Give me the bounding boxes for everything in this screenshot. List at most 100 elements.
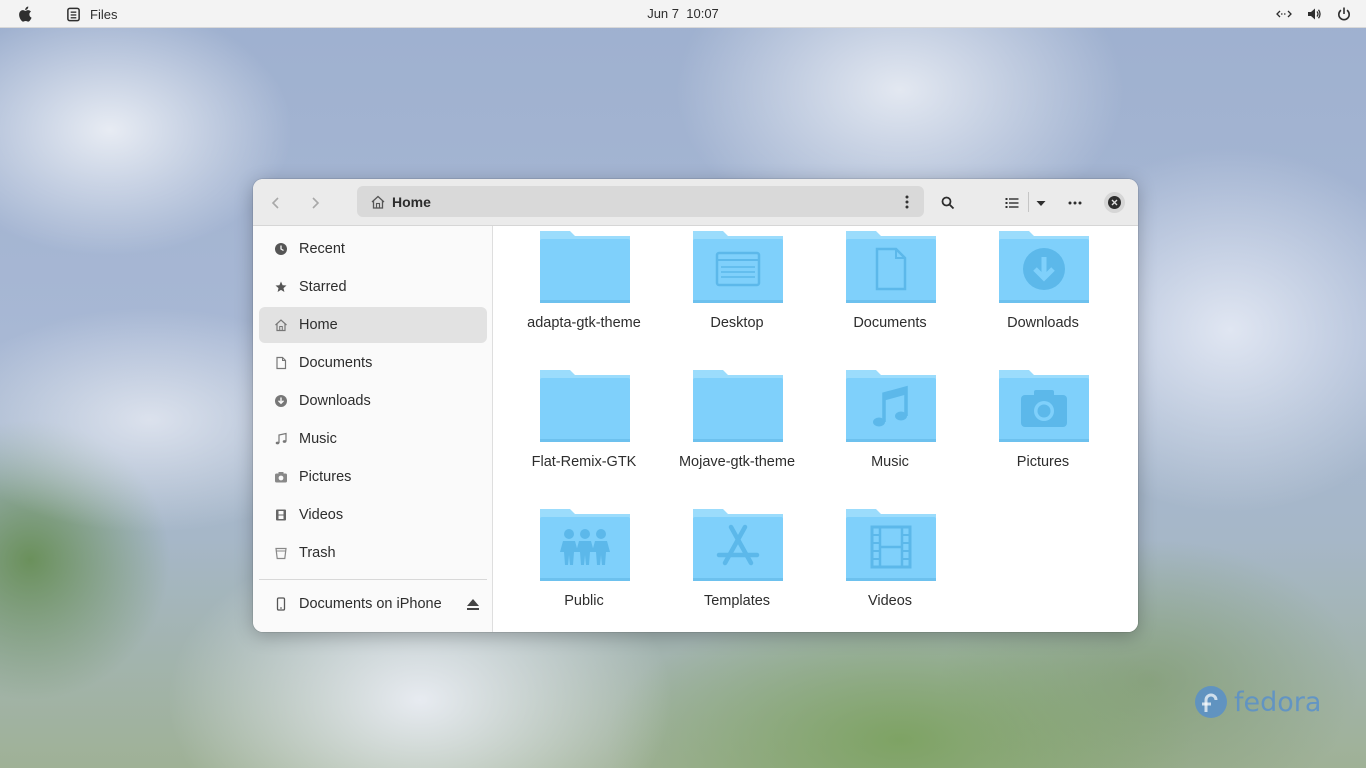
- home-icon: [273, 317, 289, 333]
- power-icon[interactable]: [1336, 6, 1352, 22]
- sidebar-item-label: Downloads: [299, 393, 371, 409]
- forward-button[interactable]: [303, 191, 327, 215]
- folder-name: Videos: [867, 593, 913, 609]
- trash-icon: [273, 545, 289, 561]
- eject-icon: [467, 598, 479, 610]
- home-icon: [371, 195, 385, 209]
- sidebar-item-iphone[interactable]: Documents on iPhone: [259, 586, 487, 622]
- folder-icon: [540, 370, 630, 442]
- folder-name: Music: [871, 454, 909, 470]
- more-icon: [1068, 201, 1082, 205]
- file-grid: adapta-gtk-theme Desktop Documents Downl…: [494, 226, 1138, 632]
- folder-item[interactable]: Music: [815, 368, 965, 498]
- chevron-left-icon: [271, 197, 279, 209]
- sidebar-item-label: Recent: [299, 241, 345, 257]
- list-view-icon: [1005, 198, 1019, 208]
- clock: Jun 7 10:07: [0, 6, 1366, 21]
- desktop-folder-icon: [693, 231, 783, 303]
- fedora-logo-text: fedora: [1234, 686, 1322, 718]
- sidebar-item-starred[interactable]: Starred: [259, 269, 487, 305]
- videos-folder-icon: [846, 509, 936, 581]
- clock-icon: [273, 241, 289, 257]
- folder-item[interactable]: Flat-Remix-GTK: [509, 368, 659, 498]
- camera-icon: [273, 469, 289, 485]
- header-bar: Home: [253, 179, 1138, 226]
- folder-name: Documents: [853, 315, 927, 331]
- sidebar-item-documents[interactable]: Documents: [259, 345, 487, 381]
- search-button[interactable]: [935, 190, 961, 216]
- pictures-folder-icon: [999, 370, 1089, 442]
- folder-item[interactable]: Documents: [815, 229, 965, 359]
- folder-name: Pictures: [1016, 454, 1070, 470]
- more-menu-button[interactable]: [1062, 190, 1088, 216]
- fedora-logo-icon: [1195, 686, 1227, 718]
- files-app-icon: [67, 7, 80, 21]
- sidebar-item-music[interactable]: Music: [259, 421, 487, 457]
- path-bar[interactable]: Home: [357, 186, 924, 217]
- folder-name: Downloads: [1007, 315, 1079, 331]
- chevron-right-icon: [312, 197, 320, 209]
- sidebar-item-trash[interactable]: Trash: [259, 535, 487, 571]
- app-menu[interactable]: Files: [66, 5, 117, 23]
- templates-folder-icon: [693, 509, 783, 581]
- folder-name: Public: [564, 593, 604, 609]
- sidebar-item-label: Starred: [299, 279, 347, 295]
- folder-item[interactable]: Videos: [815, 507, 965, 632]
- folder-item[interactable]: Downloads: [968, 229, 1118, 359]
- folder-name: Flat-Remix-GTK: [531, 454, 637, 470]
- path-label: Home: [392, 193, 431, 210]
- film-icon: [273, 507, 289, 523]
- clock-button[interactable]: Jun 7 10:07: [647, 6, 719, 21]
- clock-date: Jun 7: [647, 6, 680, 21]
- phone-icon: [273, 596, 289, 612]
- folder-name: adapta-gtk-theme: [527, 315, 641, 331]
- folder-item[interactable]: Pictures: [968, 368, 1118, 498]
- apple-logo-icon[interactable]: [17, 5, 35, 23]
- top-bar: Files Jun 7 10:07: [0, 0, 1366, 28]
- star-icon: [273, 279, 289, 295]
- close-icon: [1108, 196, 1121, 209]
- sidebar-item-videos[interactable]: Videos: [259, 497, 487, 533]
- sidebar-item-label: Pictures: [299, 469, 352, 485]
- folder-item[interactable]: adapta-gtk-theme: [509, 229, 659, 359]
- volume-icon[interactable]: [1306, 6, 1322, 22]
- sidebar-item-label: Documents: [299, 355, 373, 371]
- list-view-button[interactable]: [999, 190, 1025, 216]
- folder-icon: [540, 231, 630, 303]
- sidebar-item-label: Home: [299, 317, 338, 333]
- sidebar-item-pictures[interactable]: Pictures: [259, 459, 487, 495]
- files-window: Home Recent Starred Home Documents Downl…: [253, 179, 1138, 632]
- chevron-down-icon: [1036, 201, 1046, 206]
- close-window-button[interactable]: [1104, 192, 1125, 213]
- folder-name: Templates: [703, 593, 771, 609]
- sidebar-item-recent[interactable]: Recent: [259, 231, 487, 267]
- documents-folder-icon: [846, 231, 936, 303]
- folder-item[interactable]: Public: [509, 507, 659, 632]
- folder-name: Mojave-gtk-theme: [678, 454, 796, 470]
- view-options-button[interactable]: [1028, 190, 1054, 216]
- sidebar-item-home[interactable]: Home: [259, 307, 487, 343]
- network-wired-icon[interactable]: [1276, 6, 1292, 22]
- sidebar-item-label: Documents on iPhone: [299, 596, 442, 612]
- music-folder-icon: [846, 370, 936, 442]
- clock-time: 10:07: [686, 6, 719, 21]
- public-folder-icon: [540, 509, 630, 581]
- kebab-menu-icon[interactable]: [900, 194, 914, 210]
- folder-item[interactable]: Templates: [662, 507, 812, 632]
- downloads-folder-icon: [999, 231, 1089, 303]
- document-icon: [273, 355, 289, 371]
- eject-button[interactable]: [459, 594, 487, 614]
- download-icon: [273, 393, 289, 409]
- sidebar-item-label: Videos: [299, 507, 344, 523]
- system-tray[interactable]: [1276, 6, 1352, 22]
- sidebar-item-downloads[interactable]: Downloads: [259, 383, 487, 419]
- folder-name: Desktop: [710, 315, 764, 331]
- fedora-logo: fedora: [1194, 684, 1321, 720]
- music-note-icon: [273, 431, 289, 447]
- folder-item[interactable]: Desktop: [662, 229, 812, 359]
- back-button[interactable]: [264, 191, 288, 215]
- folder-item[interactable]: Mojave-gtk-theme: [662, 368, 812, 498]
- sidebar: Recent Starred Home Documents Downloads: [253, 226, 493, 632]
- sidebar-item-label: Music: [299, 431, 337, 447]
- search-icon: [941, 196, 955, 210]
